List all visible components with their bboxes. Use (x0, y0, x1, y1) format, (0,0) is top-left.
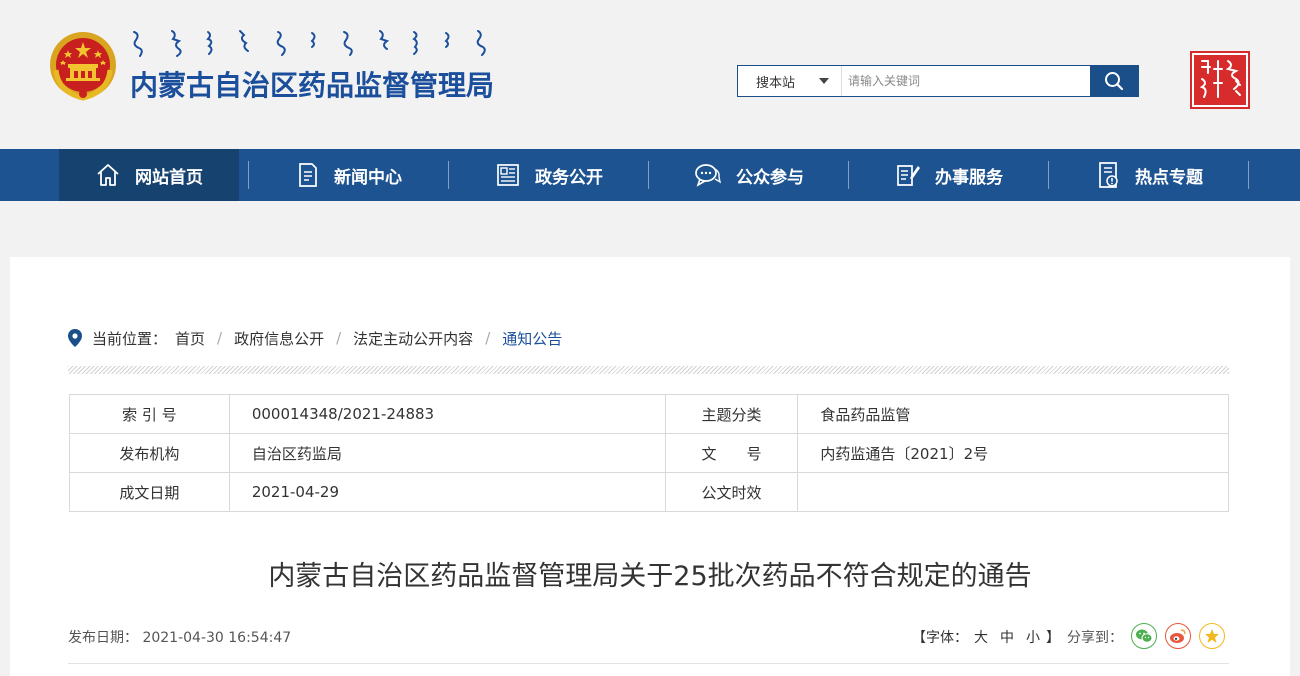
document-icon (299, 163, 317, 187)
nav-divider (848, 161, 849, 189)
breadcrumb-statutory[interactable]: 法定主动公开内容 (353, 328, 473, 349)
table-row: 成文日期 2021-04-29 公文时效 (69, 472, 1229, 512)
nav-item-news[interactable]: 新闻中心 (259, 149, 439, 201)
meta-key: 公文时效 (664, 472, 799, 512)
meta-key: 发布机构 (69, 433, 230, 473)
search-icon (1105, 72, 1124, 91)
breadcrumb-current[interactable]: 通知公告 (502, 328, 562, 349)
share-qzone-button[interactable] (1199, 623, 1225, 649)
home-icon (97, 164, 119, 186)
publish-date: 发布日期： 2021-04-30 16:54:47 (68, 627, 291, 647)
site-title: 内蒙古自治区药品监督管理局 (130, 69, 495, 102)
share-wechat-button[interactable] (1131, 623, 1157, 649)
newspaper-icon (497, 164, 519, 186)
nav-label: 热点专题 (1135, 167, 1203, 188)
red-seal-logo[interactable] (1190, 51, 1250, 109)
nav-item-services[interactable]: 办事服务 (859, 149, 1039, 201)
search-bar: 搜本站 (737, 65, 1139, 97)
meta-key: 文 号 (664, 433, 799, 473)
nav-item-home[interactable]: 网站首页 (59, 149, 239, 201)
national-emblem-icon (50, 32, 116, 101)
caret-down-icon (819, 78, 829, 84)
search-input[interactable] (842, 66, 1090, 96)
table-row: 索 引 号 000014348/2021-24883 主题分类 食品药品监管 (69, 394, 1229, 434)
publish-date-label: 发布日期： (68, 630, 138, 646)
share-weibo-button[interactable] (1165, 623, 1191, 649)
nav-item-public-participation[interactable]: 公众参与 (659, 149, 839, 201)
nav-item-gov-affairs[interactable]: 政务公开 (459, 149, 639, 201)
publish-date-value: 2021-04-30 16:54:47 (142, 630, 292, 646)
meta-value: 2021-04-29 (228, 472, 666, 512)
nav-divider (448, 161, 449, 189)
meta-value: 自治区药监局 (228, 433, 666, 473)
nav-divider (648, 161, 649, 189)
font-small-button[interactable]: 小 (1026, 630, 1040, 646)
weibo-icon (1170, 629, 1186, 643)
font-medium-button[interactable]: 中 (1000, 630, 1014, 646)
meta-value (797, 472, 1229, 512)
meta-value: 000014348/2021-24883 (228, 394, 666, 434)
hatched-divider (68, 366, 1229, 374)
breadcrumb-separator: / (336, 329, 342, 347)
meta-value: 食品药品监管 (797, 394, 1229, 434)
document-meta-table: 索 引 号 000014348/2021-24883 主题分类 食品药品监管 发… (69, 394, 1229, 512)
font-size-label: 【字体： (912, 630, 968, 646)
font-size-selector: 【字体： 大中小】 (912, 627, 1060, 647)
breadcrumb: 当前位置： 首页 / 政府信息公开 / 法定主动公开内容 / 通知公告 (68, 327, 562, 349)
breadcrumb-separator: / (217, 329, 223, 347)
chat-icon (695, 164, 721, 187)
mongolian-script-logo (133, 30, 486, 57)
nav-divider (248, 161, 249, 189)
location-pin-icon (68, 329, 82, 347)
search-scope-dropdown[interactable]: 搜本站 (738, 66, 842, 96)
nav-item-hot-topics[interactable]: 热点专题 (1059, 149, 1239, 201)
breadcrumb-separator: / (485, 329, 491, 347)
breadcrumb-prefix: 当前位置： (92, 329, 168, 348)
font-size-bracket: 】 (1046, 630, 1060, 646)
notice-icon (1099, 162, 1118, 188)
font-large-button[interactable]: 大 (974, 630, 988, 646)
nav-label: 办事服务 (935, 167, 1003, 188)
share-label: 分享到： (1067, 630, 1123, 646)
nav-label: 政务公开 (535, 167, 603, 188)
info-divider (68, 663, 1229, 664)
star-icon (1205, 629, 1219, 643)
wechat-icon (1136, 629, 1153, 643)
nav-divider (1048, 161, 1049, 189)
main-nav: 网站首页 新闻中心 政务公开 公众参与 办事服务 热点专题 (0, 149, 1300, 201)
nav-label: 网站首页 (135, 167, 203, 188)
search-scope-label: 搜本站 (756, 75, 796, 91)
breadcrumb-home[interactable]: 首页 (175, 328, 205, 349)
meta-key: 索 引 号 (69, 394, 230, 434)
nav-label: 公众参与 (736, 167, 804, 188)
nav-label: 新闻中心 (334, 167, 402, 188)
breadcrumb-gov-info[interactable]: 政府信息公开 (234, 328, 324, 349)
meta-key: 主题分类 (664, 394, 799, 434)
search-button[interactable] (1090, 66, 1138, 96)
table-row: 发布机构 自治区药监局 文 号 内药监通告〔2021〕2号 (69, 433, 1229, 473)
meta-value: 内药监通告〔2021〕2号 (797, 433, 1229, 473)
nav-divider (1248, 161, 1249, 189)
site-header: 内蒙古自治区药品监督管理局 搜本站 (0, 0, 1300, 149)
meta-key: 成文日期 (69, 472, 230, 512)
article-title: 内蒙古自治区药品监督管理局关于25批次药品不符合规定的通告 (268, 561, 1032, 592)
edit-list-icon (897, 165, 920, 186)
